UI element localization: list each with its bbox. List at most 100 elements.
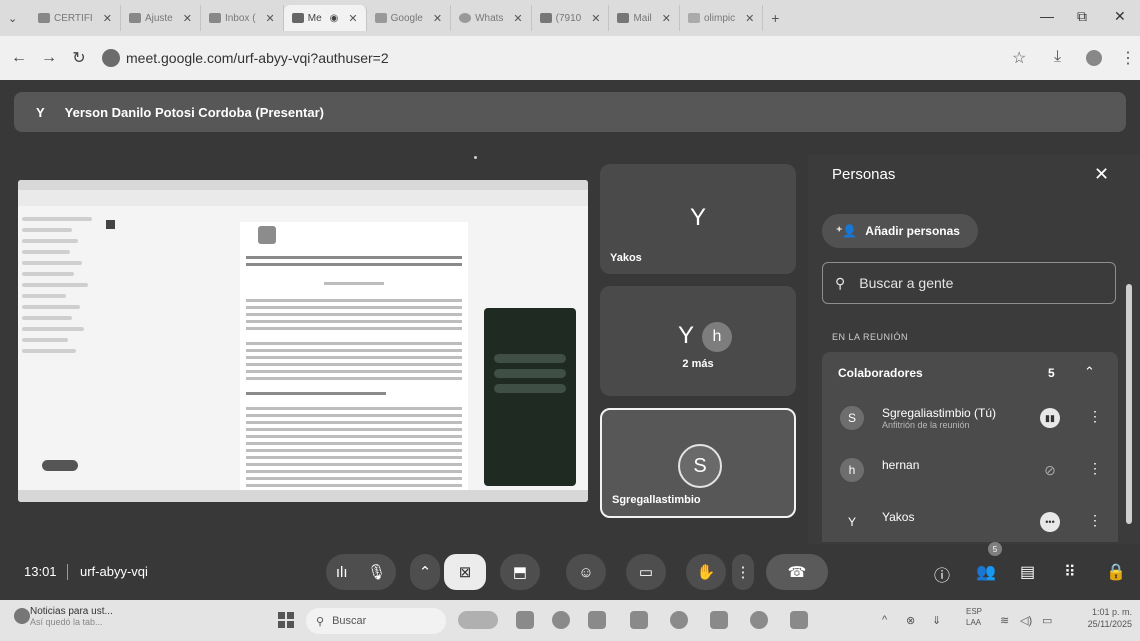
tray-pin-icon[interactable]: ⇓ [932,614,941,627]
person-row[interactable]: h hernan ⊘ ⋮ [840,454,1116,488]
add-person-icon: ⁺👤 [836,224,858,238]
participant-tile-self[interactable]: S Sgregallastimbio [600,408,796,518]
chevron-up-icon[interactable]: ⌃ [1084,364,1095,380]
host-controls-icon[interactable]: 🔒 [1106,562,1126,582]
app-icon[interactable] [790,611,808,629]
captions-button[interactable]: ▭ [626,554,666,590]
download-icon[interactable]: ⤓ [1054,48,1061,66]
tray-chevron-icon[interactable]: ^ [882,614,887,626]
close-icon[interactable]: ✕ [348,12,357,25]
forward-icon[interactable]: → [34,49,64,67]
tab-ajuste[interactable]: Ajuste ✕ [121,5,201,31]
site-info-icon[interactable] [102,49,120,67]
tab-whatsapp[interactable]: Whats ✕ [451,5,532,31]
url-field[interactable]: meet.google.com/urf-abyy-vqi?authuser=2 [102,49,389,67]
reactions-button[interactable]: ☺ [566,554,606,590]
screen: ⌄ CERTIFI ✕ Ajuste ✕ Inbox (✕ Me ◉ ✕ Google ✕… [0,0,1140,641]
close-icon[interactable]: ✕ [662,12,671,25]
chrome-icon[interactable] [670,611,688,629]
shared-tools-panel [22,210,100,480]
search-icon: ⚲ [316,615,325,628]
restore-button[interactable]: ⧉ [1077,8,1087,25]
app-icon[interactable] [588,611,606,629]
close-icon[interactable]: ✕ [103,12,112,25]
tray-app-icon[interactable]: ⊗ [906,614,915,627]
tab-certifi[interactable]: CERTIFI ✕ [30,5,121,31]
more-options-icon[interactable]: ⋮ [1088,460,1102,477]
chat-icon[interactable]: ▤ [1020,562,1035,582]
tab-inbox[interactable]: Inbox (✕ [201,5,284,31]
widget-icon[interactable] [458,611,498,629]
present-icon: ⬒ [512,564,528,581]
info-icon[interactable]: ⓘ [934,562,950,586]
camera-off-button[interactable]: ⊠ [444,554,486,590]
close-panel-button[interactable]: ✕ [1094,164,1109,185]
app-icon [688,13,700,23]
close-icon[interactable]: ✕ [513,12,522,25]
new-tab-button[interactable]: + [763,10,787,26]
add-people-button[interactable]: ⁺👤 Añadir personas [822,214,978,248]
shared-screen[interactable] [18,180,588,502]
more-options-button[interactable]: ⋮ [732,554,754,590]
start-button[interactable] [278,612,294,628]
clock[interactable]: 1:01 p. m. 25/11/2025 [1072,606,1132,630]
volume-icon[interactable]: ◁) [1020,614,1032,627]
person-row[interactable]: Y Yakos ••• ⋮ [840,506,1116,540]
leave-call-button[interactable]: ☎ [766,554,828,590]
speaking-icon: ▮▮ [1040,408,1060,428]
close-window-button[interactable]: ✕ [1114,8,1126,25]
kebab-icon: ⋮ [735,564,751,581]
battery-icon[interactable]: ▭ [1042,614,1052,627]
close-icon[interactable]: ✕ [266,12,275,25]
edge-icon[interactable] [552,611,570,629]
present-button[interactable]: ⬒ [500,554,540,590]
participant-tile-yakos[interactable]: Y Yakos [600,164,796,274]
camera-off-icon: ⊠ [458,564,472,581]
wifi-icon[interactable]: ≋ [1000,614,1009,627]
activities-icon[interactable]: ⠿ [1064,562,1076,582]
chrome-icon[interactable] [750,611,768,629]
meeting-code: urf-abyy-vqi [80,564,148,579]
chevron-up-icon: ⌃ [418,564,432,581]
meet-icon [374,13,387,23]
people-search-input[interactable]: ⚲ Buscar a gente [822,262,1116,304]
meet-stage: Y Yerson Danilo Potosi Cordoba (Presenta… [0,80,1140,600]
taskbar-search[interactable]: ⚲ Buscar [306,608,446,634]
people-icon[interactable]: 👥 [976,562,996,582]
file-explorer-icon[interactable] [516,611,534,629]
recording-icon: ◉ [329,12,339,24]
presenter-initial: Y [36,104,45,120]
emoji-icon: ☺ [578,563,594,581]
minimize-button[interactable]: — [1040,8,1054,24]
stage-dot [474,156,477,159]
close-icon[interactable]: ✕ [183,12,192,25]
profile-avatar[interactable] [1086,50,1102,66]
options-chevron-button[interactable]: ⌃ [410,554,440,590]
tab-7910[interactable]: (7910 ✕ [532,5,610,31]
panel-scrollbar[interactable] [1126,284,1132,524]
raise-hand-button[interactable]: ✋ [686,554,726,590]
tab-mail[interactable]: Mail ✕ [609,5,680,31]
mail-icon [539,13,552,23]
menu-kebab-icon[interactable]: ⋮ [1120,48,1136,68]
tab-search-icon[interactable]: ⌄ [8,12,30,25]
search-icon: ⚲ [835,274,846,291]
close-icon[interactable]: ✕ [745,12,754,25]
more-options-icon[interactable]: ⋮ [1088,408,1102,425]
tab-meet[interactable]: Me ◉ ✕ [283,5,367,31]
mic-button[interactable]: ılı 🎙 [326,554,396,590]
participant-tile-more[interactable]: Y h 2 más [600,286,796,396]
close-icon[interactable]: ✕ [591,12,600,25]
person-row[interactable]: S Sgregaliastimbio (Tú) Anfitrión de la … [840,402,1116,436]
news-widget[interactable]: Noticias para ust... Así quedó la tab... [30,606,113,627]
app-icon[interactable] [710,611,728,629]
tab-google[interactable]: Google ✕ [367,5,452,31]
back-icon[interactable]: ← [4,49,34,67]
close-icon[interactable]: ✕ [433,12,442,25]
store-icon[interactable] [630,611,648,629]
more-options-icon[interactable]: ⋮ [1088,512,1102,529]
language-indicator[interactable]: ESP LAA [966,606,982,628]
bookmark-star-icon[interactable]: ☆ [1012,48,1026,68]
reload-icon[interactable]: ↻ [64,48,94,68]
tab-olimpic[interactable]: olimpic ✕ [680,5,764,31]
